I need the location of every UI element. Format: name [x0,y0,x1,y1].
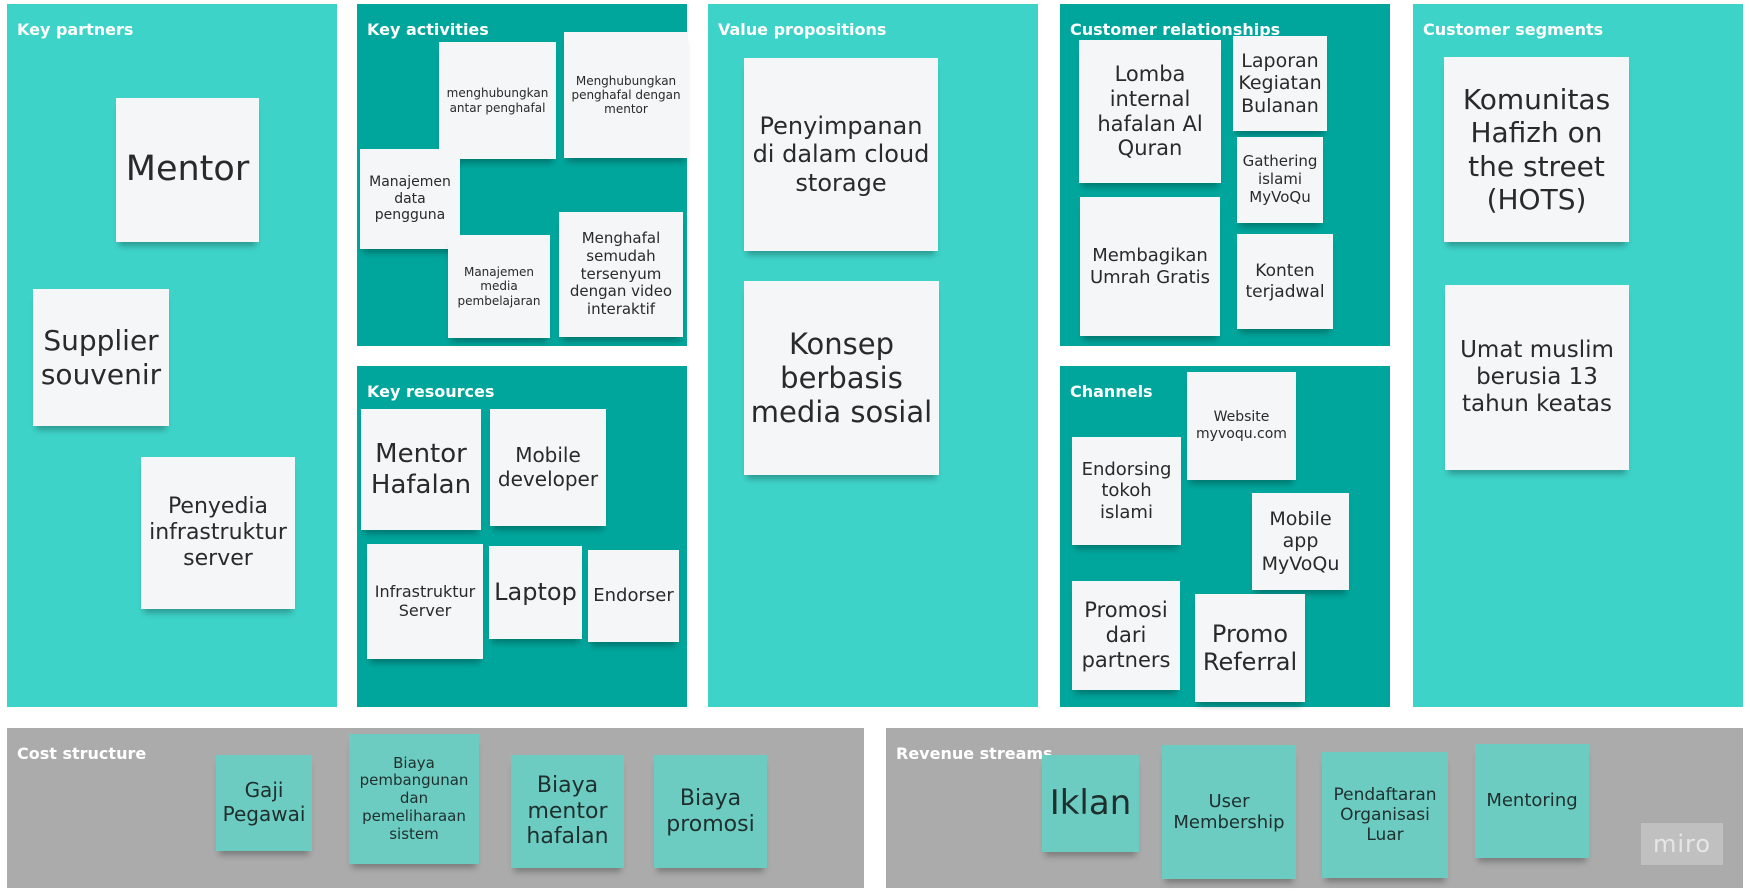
sticky-note-text: Manajemen data pengguna [369,174,451,224]
sticky-note[interactable]: Membagikan Umrah Gratis [1080,197,1220,336]
sticky-note[interactable]: Mentoring [1475,744,1589,858]
panel-revenue-streams: Revenue streams [886,728,1743,888]
sticky-note-text: Mobile developer [497,442,599,491]
sticky-note-text: Lomba internal hafalan Al Quran [1097,61,1203,161]
sticky-note[interactable]: Konten terjadwal [1237,234,1333,329]
sticky-note[interactable]: Mobile developer [490,409,606,526]
sticky-note[interactable]: User Membership [1162,745,1296,879]
sticky-note[interactable]: Biaya mentor hafalan [511,755,624,868]
sticky-note-text: Mobile app MyVoQu [1261,507,1340,575]
sticky-note-text: Biaya promosi [666,785,755,837]
sticky-note-text: Laporan Kegiatan Bulanan [1238,49,1322,117]
sticky-note[interactable]: Laptop [489,546,582,639]
sticky-note-text: Konsep berbasis media sosial [750,326,933,430]
sticky-note[interactable]: menghubungkan antar penghafal [439,42,556,159]
panel-title: Channels [1070,382,1153,401]
sticky-note-text: Gaji Pegawai [222,778,306,826]
sticky-note-text: menghubungkan antar penghafal [446,86,549,115]
sticky-note-text: Pendaftaran Organisasi Luar [1333,784,1437,846]
sticky-note-text: Gathering islami MyVoQu [1242,152,1318,206]
sticky-note-text: Mentor Hafalan [370,438,472,500]
sticky-note[interactable]: Mentor Hafalan [361,409,481,530]
sticky-note[interactable]: Mentor [116,98,259,242]
sticky-note[interactable]: Website myvoqu.com [1187,372,1296,480]
panel-title: Value propositions [718,20,887,39]
sticky-note[interactable]: Menghubungkan penghafal dengan mentor [564,32,688,158]
sticky-note-text: Promo Referral [1202,619,1298,676]
sticky-note-text: Manajemen media pembelajaran [457,265,541,308]
sticky-note-text: User Membership [1173,790,1285,833]
sticky-note-text: Promosi dari partners [1081,598,1171,672]
sticky-note[interactable]: Umat muslim berusia 13 tahun keatas [1445,285,1629,470]
miro-watermark: miro [1641,823,1723,865]
sticky-note[interactable]: Lomba internal hafalan Al Quran [1079,40,1221,183]
sticky-note[interactable]: Endorser [588,550,679,642]
sticky-note[interactable]: Manajemen media pembelajaran [448,235,550,338]
sticky-note[interactable]: Gaji Pegawai [216,755,312,851]
sticky-note[interactable]: Infrastruktur Server [367,544,483,659]
sticky-note-text: Mentor [125,149,250,190]
sticky-note[interactable]: Promo Referral [1195,594,1305,702]
sticky-note[interactable]: Gathering islami MyVoQu [1237,137,1323,223]
sticky-note[interactable]: Endorsing tokoh islami [1072,437,1181,545]
sticky-note[interactable]: Mobile app MyVoQu [1252,493,1349,590]
sticky-note[interactable]: Biaya pembangunan dan pemeliharaan siste… [349,734,479,864]
sticky-note[interactable]: Konsep berbasis media sosial [744,281,939,475]
sticky-note[interactable]: Komunitas Hafizh on the street (HOTS) [1444,57,1629,242]
sticky-note[interactable]: Penyimpanan di dalam cloud storage [744,58,938,251]
sticky-note-text: Biaya pembangunan dan pemeliharaan siste… [359,753,469,843]
sticky-note-text: Membagikan Umrah Gratis [1089,245,1211,288]
sticky-note-text: Laptop [494,578,577,607]
panel-title: Revenue streams [896,744,1053,763]
sticky-note-text: Menghubungkan penghafal dengan mentor [571,73,681,117]
sticky-note[interactable]: Penyedia infrastruktur server [141,457,295,609]
sticky-note[interactable]: Promosi dari partners [1072,581,1180,690]
sticky-note-text: Penyedia infrastruktur server [149,494,287,571]
sticky-note-text: Umat muslim berusia 13 tahun keatas [1460,336,1614,418]
sticky-note-text: Mentoring [1486,790,1578,812]
panel-title: Key resources [367,382,495,401]
sticky-note-text: Iklan [1049,783,1132,824]
panel-title: Key activities [367,20,489,39]
panel-title: Key partners [17,20,134,39]
sticky-note-text: Konten terjadwal [1245,261,1325,302]
sticky-note-text: Endorser [593,585,674,607]
sticky-note[interactable]: Menghafal semudah tersenyum dengan video… [559,212,683,337]
sticky-note[interactable]: Manajemen data pengguna [360,149,460,249]
sticky-note-text: Supplier souvenir [40,324,162,391]
sticky-note-text: Endorsing tokoh islami [1081,459,1172,523]
sticky-note-text: Infrastruktur Server [374,581,476,620]
panel-title: Cost structure [17,744,147,763]
sticky-note-text: Menghafal semudah tersenyum dengan video… [569,229,673,319]
sticky-note[interactable]: Supplier souvenir [33,289,169,426]
sticky-note[interactable]: Biaya promosi [654,755,767,868]
sticky-note-text: Penyimpanan di dalam cloud storage [752,112,930,197]
panel-title: Customer segments [1423,20,1604,39]
sticky-note-text: Biaya mentor hafalan [526,772,609,850]
sticky-note[interactable]: Laporan Kegiatan Bulanan [1233,36,1327,131]
sticky-note-text: Komunitas Hafizh on the street (HOTS) [1462,83,1611,216]
sticky-note[interactable]: Pendaftaran Organisasi Luar [1322,752,1448,878]
sticky-note[interactable]: Iklan [1042,755,1139,852]
sticky-note-text: Website myvoqu.com [1196,409,1287,442]
